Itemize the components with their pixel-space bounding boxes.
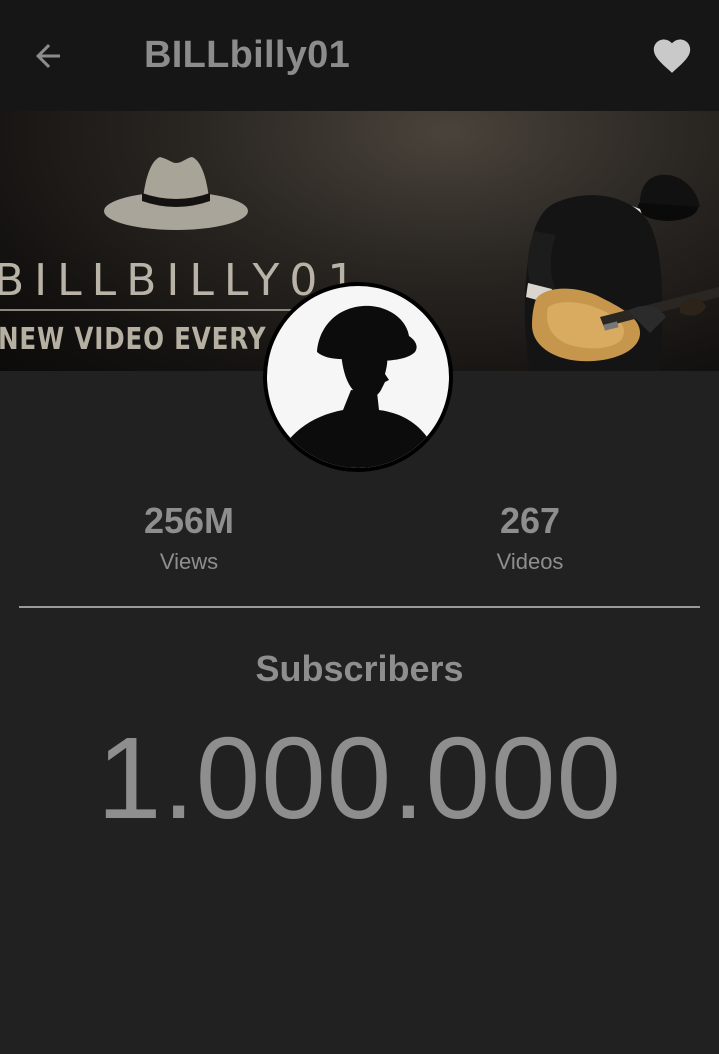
page-title: BILLbilly01 xyxy=(144,34,351,76)
videos-label: Videos xyxy=(496,549,564,574)
arrow-back-icon xyxy=(36,44,60,68)
avatar-image xyxy=(267,286,449,468)
back-button[interactable] xyxy=(24,32,72,80)
videos-stat[interactable]: 267 Videos xyxy=(430,500,630,576)
views-label: Views xyxy=(159,549,219,574)
videos-value: 267 xyxy=(499,500,561,541)
channel-avatar[interactable] xyxy=(263,282,453,472)
subscribers-count: 1.000.000 xyxy=(96,713,623,843)
heart-icon xyxy=(653,39,691,73)
section-divider xyxy=(19,606,700,608)
banner-divider xyxy=(0,309,300,311)
guitarist-image xyxy=(524,174,719,371)
views-stat: 256M Views xyxy=(89,500,289,576)
subscribers-label: Subscribers xyxy=(255,648,464,689)
channel-screen: BILLbilly01 BILLBILLY01 NEW VIDEO EVERY … xyxy=(0,0,719,1054)
views-value: 256M xyxy=(143,500,235,541)
top-app-bar: BILLbilly01 xyxy=(0,0,719,111)
favorite-button[interactable] xyxy=(646,30,698,78)
hat-logo-icon xyxy=(104,157,248,230)
